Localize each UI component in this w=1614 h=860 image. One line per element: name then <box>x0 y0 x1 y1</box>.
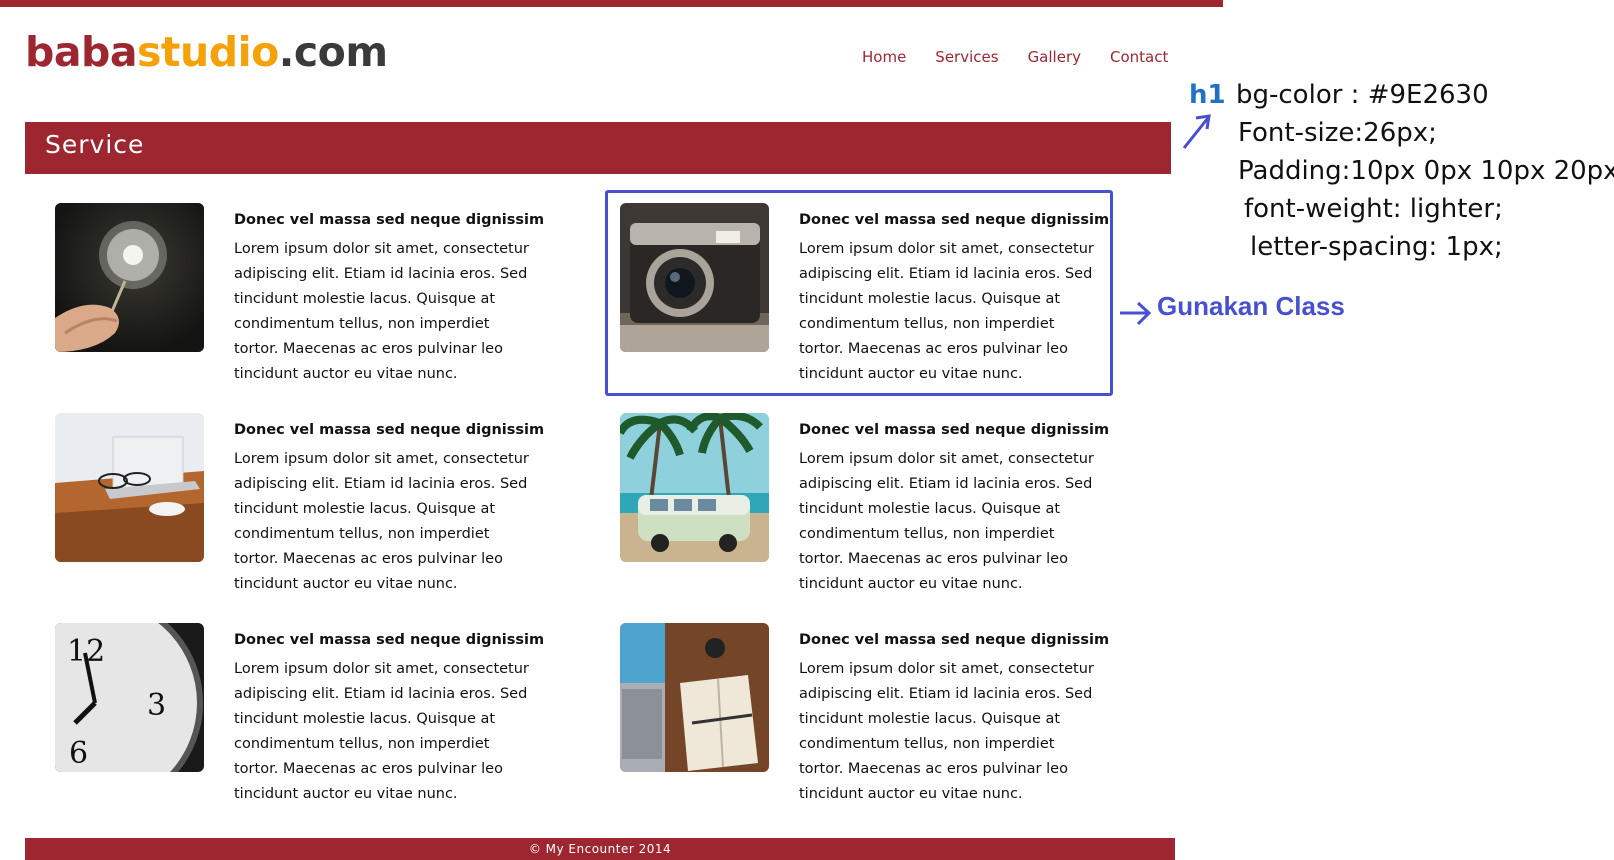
css-note-font-weight: font-weight: lighter; <box>1244 194 1503 224</box>
card-title: Donec vel massa sed neque dignissim <box>799 422 1110 438</box>
service-card: Donec vel massa sed neque dignissim Lore… <box>620 623 1140 813</box>
top-accent-bar <box>0 0 1223 7</box>
site-footer: © My Encounter 2014 <box>25 838 1175 860</box>
beach-van-photo <box>620 413 769 562</box>
right-arrow-icon <box>1120 301 1152 326</box>
card-text: Lorem ipsum dolor sit amet, consectetur a… <box>234 241 529 382</box>
class-highlight-box <box>605 190 1113 396</box>
main-nav: Home Services Gallery Contact <box>862 48 1168 66</box>
nav-services[interactable]: Services <box>935 48 998 66</box>
css-note-bg-color: bg-color : #9E2630 <box>1236 80 1489 110</box>
service-card: Donec vel massa sed neque dignissim Lore… <box>55 203 575 393</box>
css-note-letter-spacing: letter-spacing: 1px; <box>1250 232 1503 262</box>
site-logo[interactable]: babastudio.com <box>25 22 388 82</box>
service-card: 12 3 6 Donec vel massa sed neque digniss… <box>55 623 575 813</box>
card-title: Donec vel massa sed neque dignissim <box>799 632 1110 648</box>
nav-home[interactable]: Home <box>862 48 906 66</box>
card-text: Lorem ipsum dolor sit amet, consectetur a… <box>234 451 529 592</box>
logo-part-com: .com <box>278 28 388 76</box>
card-text: Lorem ipsum dolor sit amet, consectetur a… <box>799 451 1094 592</box>
section-heading-h1: Service <box>25 122 1171 174</box>
svg-text:3: 3 <box>147 688 166 723</box>
laptop-notebook-photo <box>620 623 769 772</box>
logo-part-studio: studio <box>137 28 279 76</box>
card-text: Lorem ipsum dolor sit amet, consectetur a… <box>799 661 1094 802</box>
card-title: Donec vel massa sed neque dignissim <box>234 212 545 228</box>
css-note-padding: Padding:10px 0px 10px 20px; <box>1238 156 1614 186</box>
svg-text:6: 6 <box>69 736 88 771</box>
card-title: Donec vel massa sed neque dignissim <box>234 632 545 648</box>
css-note-font-size: Font-size:26px; <box>1238 118 1437 148</box>
h1-label: h1 <box>1189 80 1226 110</box>
nav-gallery[interactable]: Gallery <box>1028 48 1081 66</box>
service-card: Donec vel massa sed neque dignissim Lore… <box>620 413 1140 603</box>
card-text: Lorem ipsum dolor sit amet, consectetur a… <box>234 661 529 802</box>
dandelion-photo <box>55 203 204 352</box>
nav-contact[interactable]: Contact <box>1110 48 1168 66</box>
use-class-note: Gunakan Class <box>1157 291 1345 321</box>
clock-photo: 12 3 6 <box>55 623 204 772</box>
card-title: Donec vel massa sed neque dignissim <box>234 422 545 438</box>
desk-glasses-photo <box>55 413 204 562</box>
pointer-arrow-icon <box>1182 114 1211 149</box>
logo-part-baba: baba <box>25 28 138 76</box>
service-card: Donec vel massa sed neque dignissim Lore… <box>55 413 575 603</box>
